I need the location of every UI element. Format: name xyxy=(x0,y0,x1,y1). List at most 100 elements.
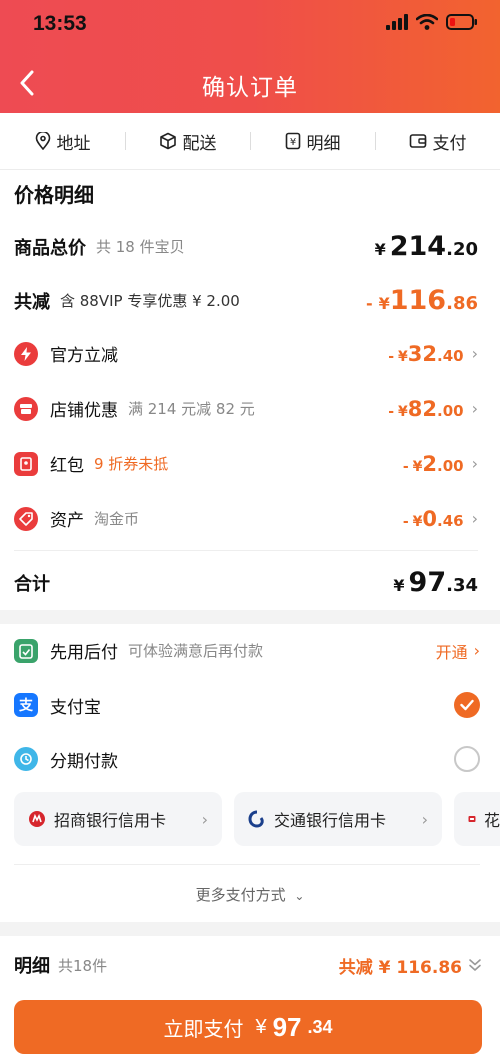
goods-total-price: ¥ 214 .20 xyxy=(375,231,478,262)
currency-symbol: ¥ xyxy=(393,576,405,595)
discount-label: 店铺优惠 xyxy=(50,401,118,421)
currency-symbol: ¥ xyxy=(378,294,390,313)
pay-now-button[interactable]: 立即支付 ¥ 97 .34 xyxy=(14,1000,482,1054)
goods-total-row: 商品总价 共 18 件宝贝 ¥ 214 .20 xyxy=(14,231,478,262)
currency-symbol: ¥ xyxy=(398,403,408,420)
pay-later-desc: 可体验满意后再付款 xyxy=(128,642,264,660)
price-decimal: .34 xyxy=(446,575,478,596)
package-box-icon xyxy=(159,132,176,150)
signal-icon xyxy=(386,14,408,30)
bank-chip-huabei[interactable]: 花 xyxy=(454,792,500,846)
summary-discount-text: 共减 ¥ 116.86 xyxy=(338,957,462,978)
coupon-note: 9 折券未抵 xyxy=(94,455,169,473)
bank-label: 交通银行信用卡 xyxy=(274,811,387,830)
installment-radio[interactable] xyxy=(454,746,480,772)
double-chevron-down-icon xyxy=(469,959,481,971)
red-packet-icon xyxy=(14,451,38,476)
currency-symbol: ¥ xyxy=(412,513,423,530)
step-detail[interactable]: ¥ 明细 xyxy=(250,129,375,154)
bank-chip-cmb[interactable]: 招商银行信用卡 › xyxy=(14,792,222,846)
price-decimal: .34 xyxy=(307,1016,333,1037)
step-nav: 地址 配送 ¥ 明细 支付 xyxy=(0,113,500,170)
more-payment-button[interactable]: 更多支付方式 ⌄ xyxy=(0,884,500,905)
price-integer: 214 xyxy=(389,231,447,262)
alipay-row[interactable]: 支 支付宝 xyxy=(14,692,480,718)
step-delivery[interactable]: 配送 xyxy=(125,129,250,154)
divider xyxy=(14,550,478,551)
price-decimal: .46 xyxy=(437,511,464,530)
pay-later-row[interactable]: 先用后付 可体验满意后再付款 开通 › xyxy=(14,638,480,663)
minus-sign: - xyxy=(365,294,373,313)
location-pin-icon xyxy=(35,132,50,150)
price-decimal: .40 xyxy=(437,346,464,365)
check-icon xyxy=(460,699,474,711)
status-icons xyxy=(386,14,478,30)
price-integer: 32 xyxy=(407,341,438,366)
price-decimal: .86 xyxy=(446,293,478,314)
page-title: 确认订单 xyxy=(202,75,298,101)
alipay-label: 支付宝 xyxy=(50,697,101,718)
pay-later-open-link[interactable]: 开通 › xyxy=(436,639,480,663)
price-integer: 2 xyxy=(422,451,438,476)
huabei-icon xyxy=(468,816,476,822)
battery-icon xyxy=(446,14,477,30)
vip-discount-note: 含 88VIP 专享优惠 ¥ 2.00 xyxy=(60,292,240,310)
step-payment[interactable]: 支付 xyxy=(375,129,500,154)
summary-row[interactable]: 明细 共18件 共减 ¥ 116.86 xyxy=(14,952,482,978)
svg-text:¥: ¥ xyxy=(289,137,295,148)
bank-chip-bocom[interactable]: 交通银行信用卡 › xyxy=(234,792,442,846)
minus-sign: - xyxy=(388,403,395,420)
sum-row: 合计 ¥ 97 .34 xyxy=(14,567,478,598)
goods-total-label: 商品总价 xyxy=(14,237,86,259)
chevron-down-icon: ⌄ xyxy=(294,889,305,903)
price-decimal: .20 xyxy=(446,239,478,260)
sum-price: ¥ 97 .34 xyxy=(393,567,478,598)
more-payment-label: 更多支付方式 xyxy=(195,886,286,904)
order-detail-card: 地址 配送 ¥ 明细 支付 价格明细 商品总价 共 18 件宝贝 ¥ 214 .… xyxy=(0,113,500,610)
discount-item-redpacket[interactable]: 红包 9 折券未抵 - ¥ 2 .00 › xyxy=(14,451,478,476)
price-integer: 0 xyxy=(422,506,438,531)
installment-row[interactable]: 分期付款 xyxy=(14,746,480,772)
discount-note: 满 214 元减 82 元 xyxy=(128,400,255,418)
chevron-right-icon: › xyxy=(471,454,478,473)
pay-later-icon xyxy=(14,638,38,663)
discount-item-store[interactable]: 店铺优惠 满 214 元减 82 元 - ¥ 82 .00 › xyxy=(14,396,478,421)
divider xyxy=(14,864,480,865)
bocom-bank-icon xyxy=(248,810,264,828)
bottom-bar: 明细 共18件 共减 ¥ 116.86 立即支付 ¥ 97 .34 xyxy=(0,936,500,1060)
currency-symbol: ¥ xyxy=(398,348,408,365)
wallet-icon xyxy=(409,134,426,148)
discount-item-assets[interactable]: 资产 淘金币 - ¥ 0 .46 › xyxy=(14,506,478,531)
summary-label: 明细 xyxy=(14,956,50,977)
step-label: 明细 xyxy=(306,133,341,154)
status-time: 13:53 xyxy=(33,12,87,35)
bank-label: 花 xyxy=(483,811,500,830)
discount-item-official[interactable]: 官方立减 - ¥ 32 .40 › xyxy=(14,341,478,366)
alipay-icon: 支 xyxy=(14,693,38,717)
chevron-right-icon: › xyxy=(473,641,480,660)
lightning-icon xyxy=(14,341,38,366)
step-address[interactable]: 地址 xyxy=(0,129,125,154)
chevron-right-icon: › xyxy=(201,809,208,829)
minus-sign: - xyxy=(402,513,409,530)
currency-symbol: ¥ xyxy=(374,240,386,259)
price-integer: 116 xyxy=(389,285,447,316)
receipt-icon: ¥ xyxy=(285,132,300,150)
step-label: 地址 xyxy=(56,133,91,154)
discount-amount: - ¥ 2 .00 xyxy=(403,452,464,476)
chevron-right-icon: › xyxy=(471,344,478,363)
header-bar: 13:53 确认订单 xyxy=(0,0,500,113)
alipay-radio-checked[interactable] xyxy=(454,692,480,718)
chevron-right-icon: › xyxy=(421,809,428,829)
total-discount-price: - ¥ 116 .86 xyxy=(366,285,478,316)
minus-sign: - xyxy=(402,458,409,475)
step-label: 支付 xyxy=(432,133,467,154)
currency-symbol: ¥ xyxy=(412,458,423,475)
discount-amount: - ¥ 32 .40 xyxy=(388,342,463,366)
step-label: 配送 xyxy=(182,133,217,154)
installment-icon xyxy=(14,747,38,771)
open-label: 开通 xyxy=(435,642,468,662)
price-decimal: .00 xyxy=(437,401,464,420)
installment-label: 分期付款 xyxy=(50,751,118,772)
minus-sign: - xyxy=(388,348,395,365)
